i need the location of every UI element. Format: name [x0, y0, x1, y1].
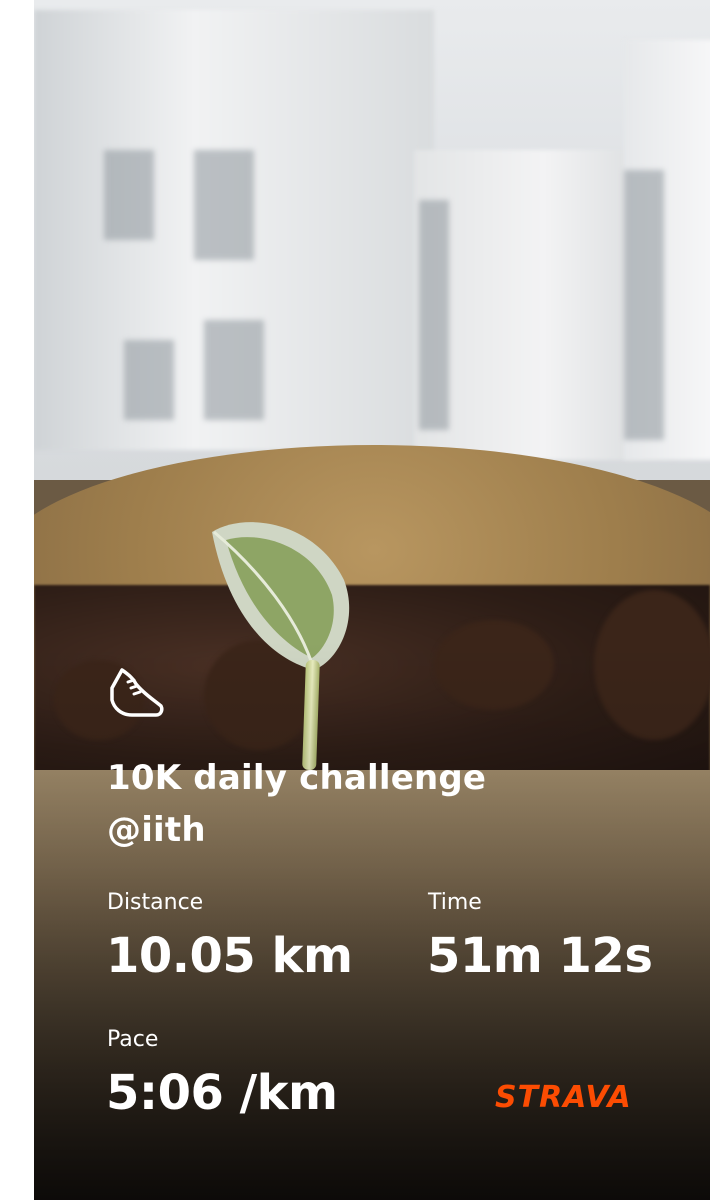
distance-label: Distance: [107, 890, 204, 915]
time-label: Time: [428, 890, 482, 915]
building-window: [204, 320, 264, 420]
pace-value: 5:06 /km: [106, 1065, 338, 1121]
building-window: [624, 170, 664, 440]
activity-location: @iith: [107, 810, 206, 850]
pace-label: Pace: [107, 1027, 159, 1052]
building-window: [194, 150, 254, 260]
activity-share-card: 10K daily challenge @iith Distance 10.05…: [34, 0, 710, 1200]
strava-logo: STRAVA: [495, 1080, 632, 1115]
activity-title: 10K daily challenge @iith: [107, 752, 486, 856]
building-window: [124, 340, 174, 420]
running-shoe-icon: [110, 668, 164, 717]
distance-value: 10.05 km: [106, 928, 353, 984]
building-window: [419, 200, 449, 430]
building-window: [104, 150, 154, 240]
time-value: 51m 12s: [427, 928, 653, 984]
activity-title-line: 10K daily challenge: [107, 758, 487, 798]
